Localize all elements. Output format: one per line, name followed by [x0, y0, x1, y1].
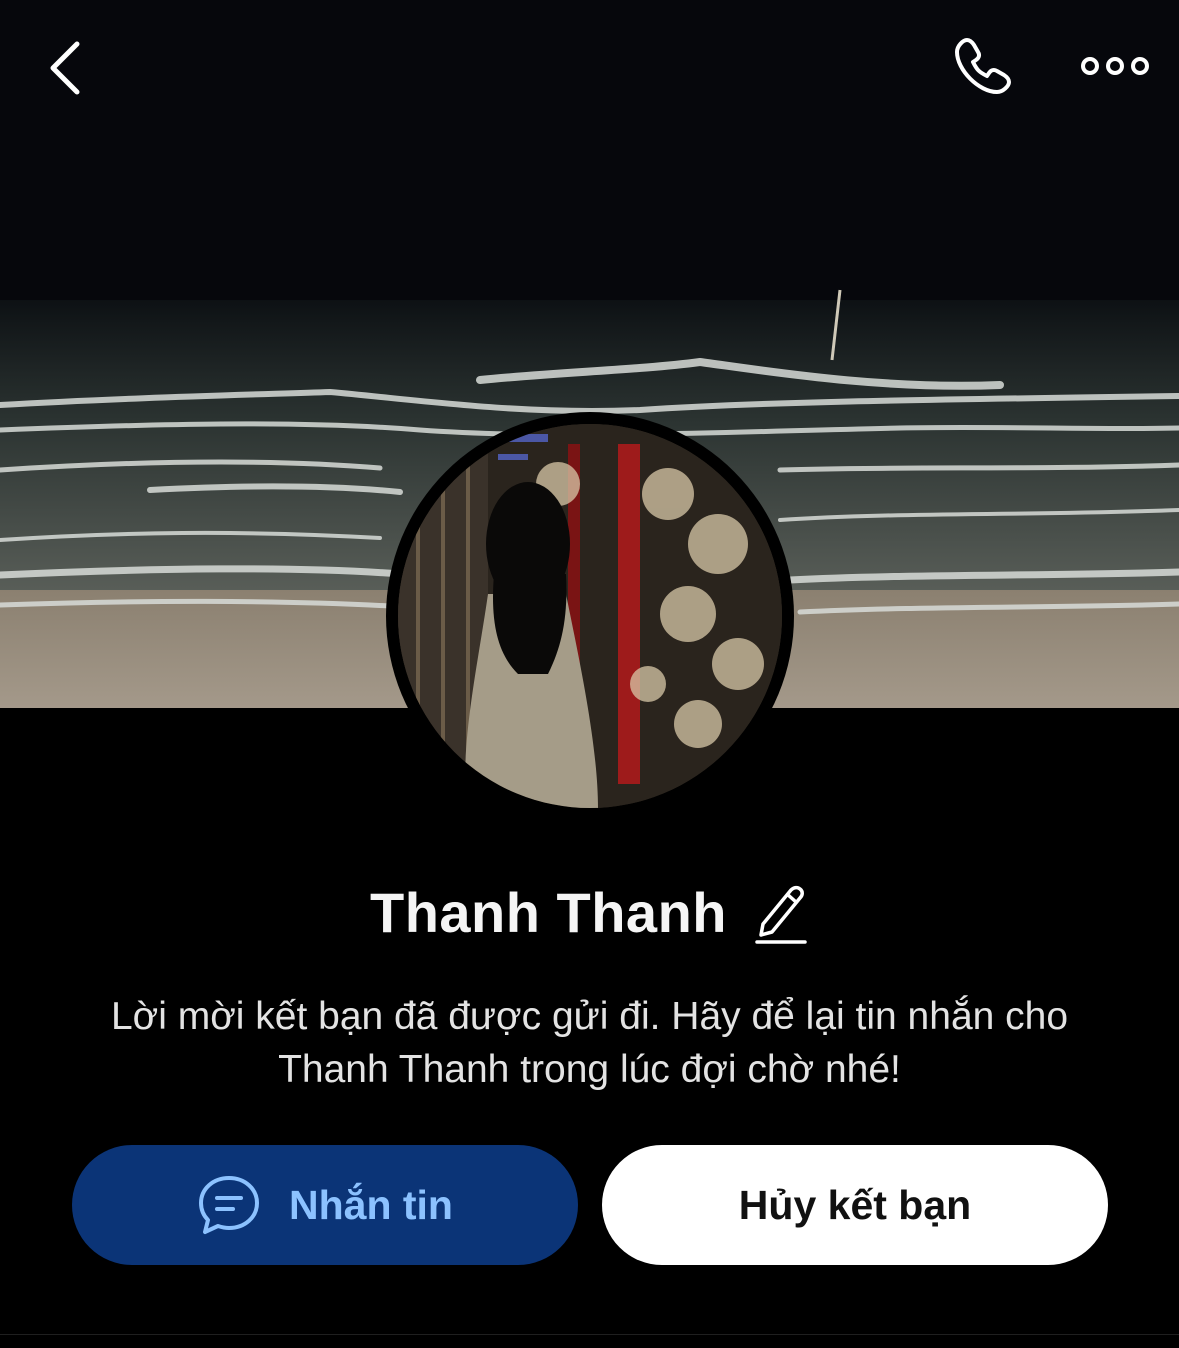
avatar[interactable] [386, 412, 794, 820]
pencil-icon [755, 885, 807, 944]
unfriend-button[interactable]: Hủy kết bạn [602, 1145, 1108, 1265]
profile-name-row: Thanh Thanh [0, 872, 1179, 952]
profile-name: Thanh Thanh [369, 880, 727, 944]
avatar-image [398, 424, 782, 808]
chevron-left-icon [50, 41, 80, 95]
phone-icon [955, 38, 1011, 94]
profile-screen: Thanh Thanh Lời mời kết bạn đã được gửi … [0, 0, 1179, 1348]
send-message-button[interactable]: Nhắn tin [72, 1145, 578, 1265]
divider [0, 1334, 1179, 1335]
chat-bubble-icon [199, 1176, 259, 1234]
call-button[interactable] [940, 28, 1026, 104]
more-options-button[interactable] [1070, 28, 1160, 104]
more-horizontal-icon [1081, 57, 1149, 75]
back-button[interactable] [30, 30, 100, 106]
send-message-label: Nhắn tin [289, 1181, 453, 1228]
unfriend-label: Hủy kết bạn [738, 1181, 972, 1228]
friend-request-status-text: Lời mời kết bạn đã được gửi đi. Hãy để l… [110, 995, 1069, 1091]
edit-name-button[interactable] [753, 880, 809, 944]
